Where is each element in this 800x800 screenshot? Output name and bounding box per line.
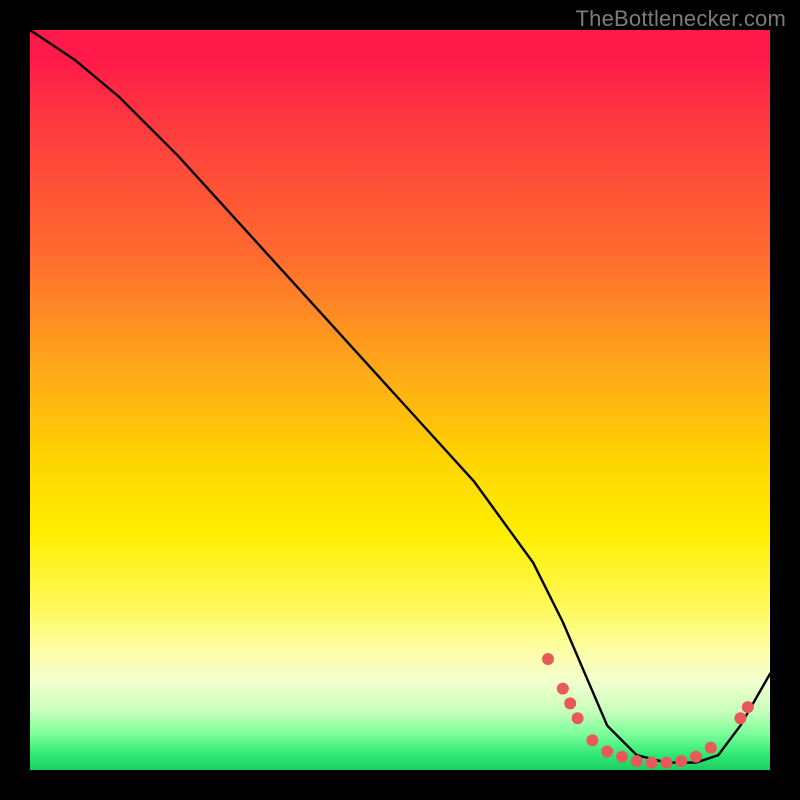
- marker-dot: [631, 755, 643, 767]
- marker-dot: [690, 751, 702, 763]
- marker-dot: [572, 712, 584, 724]
- curve-layer: [30, 30, 770, 770]
- marker-dot: [675, 755, 687, 767]
- marker-dot: [646, 757, 658, 769]
- plot-area: [30, 30, 770, 770]
- marker-dot: [557, 683, 569, 695]
- marker-dot: [705, 742, 717, 754]
- marker-dot: [542, 653, 554, 665]
- marker-dot: [601, 746, 613, 758]
- bottleneck-curve-path: [30, 30, 770, 763]
- marker-dot: [564, 697, 576, 709]
- marker-dot: [742, 701, 754, 713]
- marker-dot: [734, 712, 746, 724]
- chart-frame: TheBottlenecker.com: [0, 0, 800, 800]
- marker-dot: [616, 751, 628, 763]
- marker-dot: [586, 734, 598, 746]
- attribution-text: TheBottlenecker.com: [576, 6, 786, 32]
- marker-dot: [660, 757, 672, 769]
